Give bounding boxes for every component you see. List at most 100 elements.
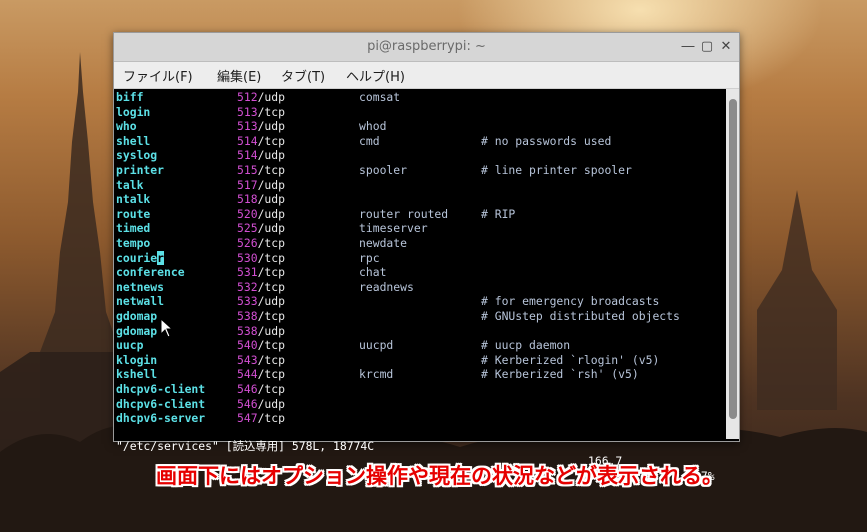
service-name: dhcpv6-client: [116, 396, 206, 411]
port-number: 546: [237, 396, 258, 411]
terminal-window[interactable]: pi@raspberrypi: ~ ― ▢ ✕ ファイル(F) 編集(E) タブ…: [113, 32, 740, 483]
service-name: biff: [116, 90, 144, 104]
service-alias: rpc: [359, 250, 380, 265]
port-protocol: /udp: [257, 90, 286, 104]
service-name: login: [116, 104, 151, 119]
service-port: 515/tcp: [237, 163, 285, 177]
close-button[interactable]: ✕: [718, 39, 734, 55]
status-file-info: "/etc/services" [読込専用] 578L, 18774C: [116, 439, 375, 453]
service-name: talk: [116, 177, 144, 192]
port-number: 530: [237, 250, 258, 265]
port-number: 532: [237, 279, 258, 294]
service-port: 518/udp: [237, 192, 285, 206]
service-alias: timeserver: [359, 221, 428, 236]
service-name: ntalk: [116, 192, 151, 207]
terminal-content[interactable]: biff 512/udp comsat login 513/tcp who 513/udp w…: [116, 89, 724, 483]
port-number: 544: [237, 367, 258, 382]
mouse-pointer-icon: [160, 318, 174, 338]
port-protocol: /tcp: [257, 309, 286, 323]
service-port: 530/tcp: [237, 251, 285, 265]
service-comment: # Kerberized `rsh' (v5): [481, 367, 639, 382]
port-number: 515: [237, 163, 258, 177]
service-name: who: [116, 119, 137, 134]
port-protocol: /udp: [257, 221, 286, 236]
service-port: 546/udp: [237, 397, 285, 411]
service-port: 520/udp: [237, 207, 285, 221]
vim-status-line: "/etc/services" [読込専用] 578L, 18774C 166,…: [116, 424, 724, 483]
port-protocol: /tcp: [257, 236, 286, 250]
port-protocol: /tcp: [257, 367, 286, 382]
service-name: netwall: [116, 294, 165, 309]
menu-file[interactable]: ファイル(F): [123, 66, 193, 85]
port-number: 514: [237, 148, 258, 163]
service-comment: # GNUstep distributed objects: [481, 309, 680, 323]
service-comment: # line printer spooler: [481, 163, 632, 177]
service-port: 540/tcp: [237, 338, 285, 352]
service-port: 532/tcp: [237, 280, 285, 294]
service-port: 514/tcp: [237, 134, 285, 148]
port-protocol: /udp: [257, 323, 286, 338]
port-number: 543: [237, 352, 258, 367]
port-protocol: /udp: [257, 119, 286, 134]
service-port: 513/udp: [237, 119, 285, 133]
menu-help[interactable]: ヘルプ(H): [346, 66, 405, 85]
service-name: uucp: [116, 338, 144, 353]
service-alias: comsat: [359, 90, 401, 104]
service-name: klogin: [116, 352, 158, 367]
service-name: conference: [116, 265, 185, 280]
port-number: 512: [237, 90, 258, 104]
port-number: 514: [237, 133, 258, 148]
service-alias: cmd: [359, 133, 380, 148]
service-name: timed: [116, 221, 151, 236]
scrollbar[interactable]: [726, 89, 739, 439]
menu-edit[interactable]: 編集(E): [217, 66, 261, 85]
service-port: 533/udp: [237, 294, 285, 308]
service-name: route: [116, 206, 151, 221]
port-number: 517: [237, 177, 258, 192]
service-alias: chat: [359, 265, 387, 280]
port-protocol: /tcp: [257, 104, 286, 119]
port-number: 518: [237, 192, 258, 207]
service-port: 525/udp: [237, 221, 285, 235]
service-name: gdomap: [116, 309, 158, 323]
service-name: kshell: [116, 367, 158, 382]
service-comment: # RIP: [481, 206, 516, 221]
service-name: dhcpv6-client: [116, 382, 206, 396]
service-alias: readnews: [359, 279, 414, 294]
service-name: netnews: [116, 279, 165, 294]
service-alias: router routed: [359, 206, 449, 221]
scrollbar-thumb[interactable]: [729, 99, 737, 419]
port-protocol: /tcp: [257, 163, 286, 177]
service-port: 526/tcp: [237, 236, 285, 250]
service-port: 538/udp: [237, 324, 285, 338]
port-protocol: /tcp: [257, 382, 286, 396]
service-port: 514/udp: [237, 148, 285, 162]
menu-tabs[interactable]: タブ(T): [281, 66, 325, 85]
port-number: 525: [237, 221, 258, 236]
caption-text: 画面下にはオプション操作や現在の状況などが表示される。: [156, 464, 723, 488]
port-protocol: /tcp: [257, 352, 286, 367]
text-cursor: r: [157, 250, 165, 265]
service-name: printer: [116, 163, 165, 177]
port-protocol: /udp: [257, 294, 286, 309]
service-name: shell: [116, 133, 151, 148]
service-port: 544/tcp: [237, 367, 285, 381]
service-name: syslog: [116, 148, 158, 163]
menu-bar: ファイル(F) 編集(E) タブ(T) ヘルプ(H): [114, 62, 739, 89]
port-number: 533: [237, 294, 258, 309]
minimize-button[interactable]: ―: [680, 39, 696, 55]
service-port: 543/tcp: [237, 353, 285, 367]
title-bar[interactable]: pi@raspberrypi: ~ ― ▢ ✕: [114, 33, 739, 62]
port-protocol: /udp: [257, 148, 286, 163]
port-protocol: /tcp: [257, 279, 286, 294]
port-number: 513: [237, 104, 258, 119]
service-alias: spooler: [359, 163, 408, 177]
port-number: 538: [237, 323, 258, 338]
service-port: 512/udp: [237, 90, 285, 104]
service-comment: # Kerberized `rlogin' (v5): [481, 352, 660, 367]
service-port: 531/tcp: [237, 265, 285, 279]
service-comment: # uucp daemon: [481, 338, 571, 353]
maximize-button[interactable]: ▢: [699, 39, 715, 55]
port-number: 526: [237, 236, 258, 250]
port-number: 540: [237, 338, 258, 353]
